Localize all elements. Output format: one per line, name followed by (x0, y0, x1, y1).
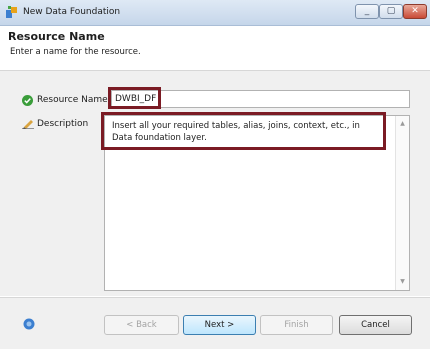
close-icon: ✕ (411, 6, 419, 16)
cancel-button[interactable]: Cancel (339, 315, 412, 335)
wizard-header: Resource Name Enter a name for the resou… (0, 26, 430, 71)
window-title: New Data Foundation (23, 7, 121, 17)
finish-button[interactable]: Finish (260, 315, 333, 335)
back-button[interactable]: < Back (104, 315, 179, 335)
minimize-button[interactable]: _ (355, 4, 379, 19)
form-area: Resource Name DWBI_DF Description Insert… (0, 71, 430, 296)
button-bar: < Back Next > Finish Cancel (0, 297, 430, 349)
app-icon (6, 6, 17, 18)
description-text: Insert all your required tables, alias, … (112, 121, 360, 143)
page-subtitle: Enter a name for the resource. (10, 47, 141, 57)
description-textarea[interactable]: Insert all your required tables, alias, … (104, 115, 410, 291)
description-label: Description (37, 119, 89, 129)
pencil-icon (22, 120, 34, 129)
resource-name-label: Resource Name (37, 95, 108, 105)
maximize-icon: ▢ (386, 6, 396, 16)
scroll-down-arrow-icon[interactable]: ▼ (396, 276, 409, 288)
title-bar: New Data Foundation _ ▢ ✕ (0, 0, 430, 26)
scroll-up-arrow-icon[interactable]: ▲ (396, 118, 409, 130)
next-button[interactable]: Next > (183, 315, 256, 335)
description-scrollbar[interactable]: ▲ ▼ (395, 116, 409, 290)
minimize-icon: _ (364, 6, 370, 16)
help-icon[interactable] (23, 318, 35, 330)
resource-name-input[interactable]: DWBI_DF (111, 90, 410, 108)
close-button[interactable]: ✕ (403, 4, 427, 19)
page-title: Resource Name (8, 30, 105, 43)
maximize-button[interactable]: ▢ (379, 4, 403, 19)
check-icon (22, 95, 33, 106)
